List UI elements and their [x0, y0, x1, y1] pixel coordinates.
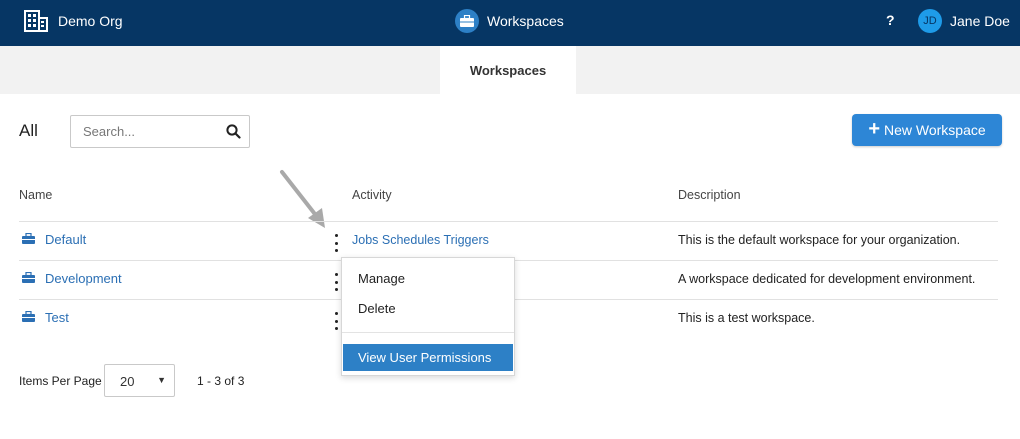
column-header-activity: Activity [352, 188, 392, 202]
activity-link[interactable]: Jobs Schedules Triggers [352, 233, 489, 247]
user-name: Jane Doe [950, 13, 1010, 29]
filter-label: All [19, 121, 38, 140]
briefcase-icon [22, 271, 35, 286]
app-title-area: Workspaces [455, 9, 564, 33]
items-per-page-select[interactable]: 20 ▼ [104, 364, 175, 397]
column-header-name[interactable]: Name [19, 188, 52, 202]
org-name: Demo Org [58, 13, 123, 29]
org-switcher[interactable]: Demo Org [24, 8, 123, 34]
row-description: This is a test workspace. [678, 311, 815, 325]
menu-divider [342, 332, 514, 333]
row-actions-kebab-icon[interactable] [330, 234, 342, 252]
briefcase-icon [22, 310, 35, 325]
column-header-description: Description [678, 188, 741, 202]
workspace-link[interactable]: Development [45, 271, 122, 286]
menu-item-delete[interactable]: Delete [358, 301, 396, 316]
row-description: A workspace dedicated for development en… [678, 272, 976, 286]
search-box [70, 115, 250, 148]
menu-item-manage[interactable]: Manage [358, 271, 405, 286]
new-workspace-label: New Workspace [884, 122, 986, 138]
search-input[interactable] [83, 116, 223, 147]
items-per-page-value: 20 [120, 374, 135, 389]
menu-item-view-user-permissions[interactable]: View User Permissions [343, 344, 513, 371]
table-row: Development [22, 271, 122, 286]
search-icon[interactable] [226, 124, 241, 144]
help-button[interactable]: ? [886, 12, 895, 28]
user-menu[interactable]: JD Jane Doe [918, 9, 1010, 33]
building-icon [24, 10, 48, 32]
plus-icon: + [868, 118, 880, 140]
new-workspace-button[interactable]: + New Workspace [852, 114, 1002, 146]
caret-down-icon: ▼ [157, 375, 166, 385]
table-divider [19, 221, 998, 222]
briefcase-icon [22, 232, 35, 247]
table-row: Test [22, 310, 69, 325]
table-row: Default [22, 232, 86, 247]
briefcase-icon [455, 9, 479, 33]
top-bar: Demo Org Workspaces ? JD Jane Doe [0, 0, 1020, 46]
items-per-page-label: Items Per Page [19, 374, 102, 388]
row-actions-menu: Manage Delete View User Permissions [341, 257, 515, 376]
app-title: Workspaces [487, 13, 564, 29]
tab-strip: Workspaces [0, 46, 1020, 94]
row-description: This is the default workspace for your o… [678, 233, 961, 247]
workspace-link[interactable]: Test [45, 310, 69, 325]
workspace-link[interactable]: Default [45, 232, 86, 247]
tab-workspaces[interactable]: Workspaces [440, 46, 576, 94]
avatar: JD [918, 9, 942, 33]
page-range: 1 - 3 of 3 [197, 374, 245, 388]
pointer-arrow-icon [278, 168, 330, 237]
